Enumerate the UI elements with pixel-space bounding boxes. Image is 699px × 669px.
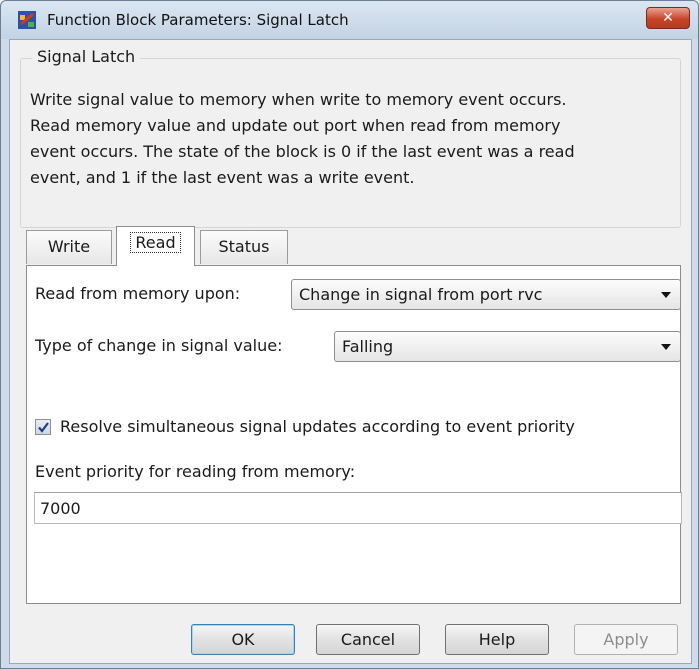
chevron-down-icon — [661, 344, 671, 350]
apply-button[interactable]: Apply — [574, 624, 678, 655]
change-type-value: Falling — [342, 337, 394, 356]
dialog-window: Function Block Parameters: Signal Latch … — [0, 0, 699, 669]
read-upon-dropdown[interactable]: Change in signal from port rvc — [291, 279, 681, 310]
simulink-block-icon — [18, 11, 36, 29]
checkmark-icon — [38, 422, 49, 433]
priority-input[interactable] — [34, 492, 682, 524]
block-description-text: Write signal value to memory when write … — [30, 90, 575, 187]
dialog-client-area: Signal Latch Write signal value to memor… — [9, 39, 692, 664]
title-bar[interactable]: Function Block Parameters: Signal Latch … — [1, 1, 698, 39]
read-tab-panel: Read from memory upon: Change in signal … — [26, 265, 682, 604]
help-button[interactable]: Help — [445, 624, 549, 655]
tab-status-label: Status — [218, 237, 270, 256]
change-type-label: Type of change in signal value: — [35, 336, 283, 355]
tab-read[interactable]: Read — [116, 226, 195, 266]
window-title: Function Block Parameters: Signal Latch — [47, 11, 349, 29]
tab-read-label: Read — [130, 232, 181, 253]
cancel-button[interactable]: Cancel — [316, 624, 420, 655]
group-legend: Signal Latch — [32, 47, 141, 66]
ok-button[interactable]: OK — [191, 624, 295, 655]
read-upon-value: Change in signal from port rvc — [299, 285, 543, 304]
read-upon-label: Read from memory upon: — [35, 284, 241, 303]
tab-write[interactable]: Write — [26, 230, 112, 264]
tab-status[interactable]: Status — [200, 230, 288, 264]
chevron-down-icon — [661, 292, 671, 298]
resolve-checkbox[interactable] — [35, 419, 51, 435]
resolve-label[interactable]: Resolve simultaneous signal updates acco… — [60, 417, 575, 436]
close-button[interactable]: ✕ — [646, 7, 690, 29]
priority-label: Event priority for reading from memory: — [35, 462, 356, 481]
tab-write-label: Write — [47, 237, 91, 256]
change-type-dropdown[interactable]: Falling — [334, 331, 681, 362]
